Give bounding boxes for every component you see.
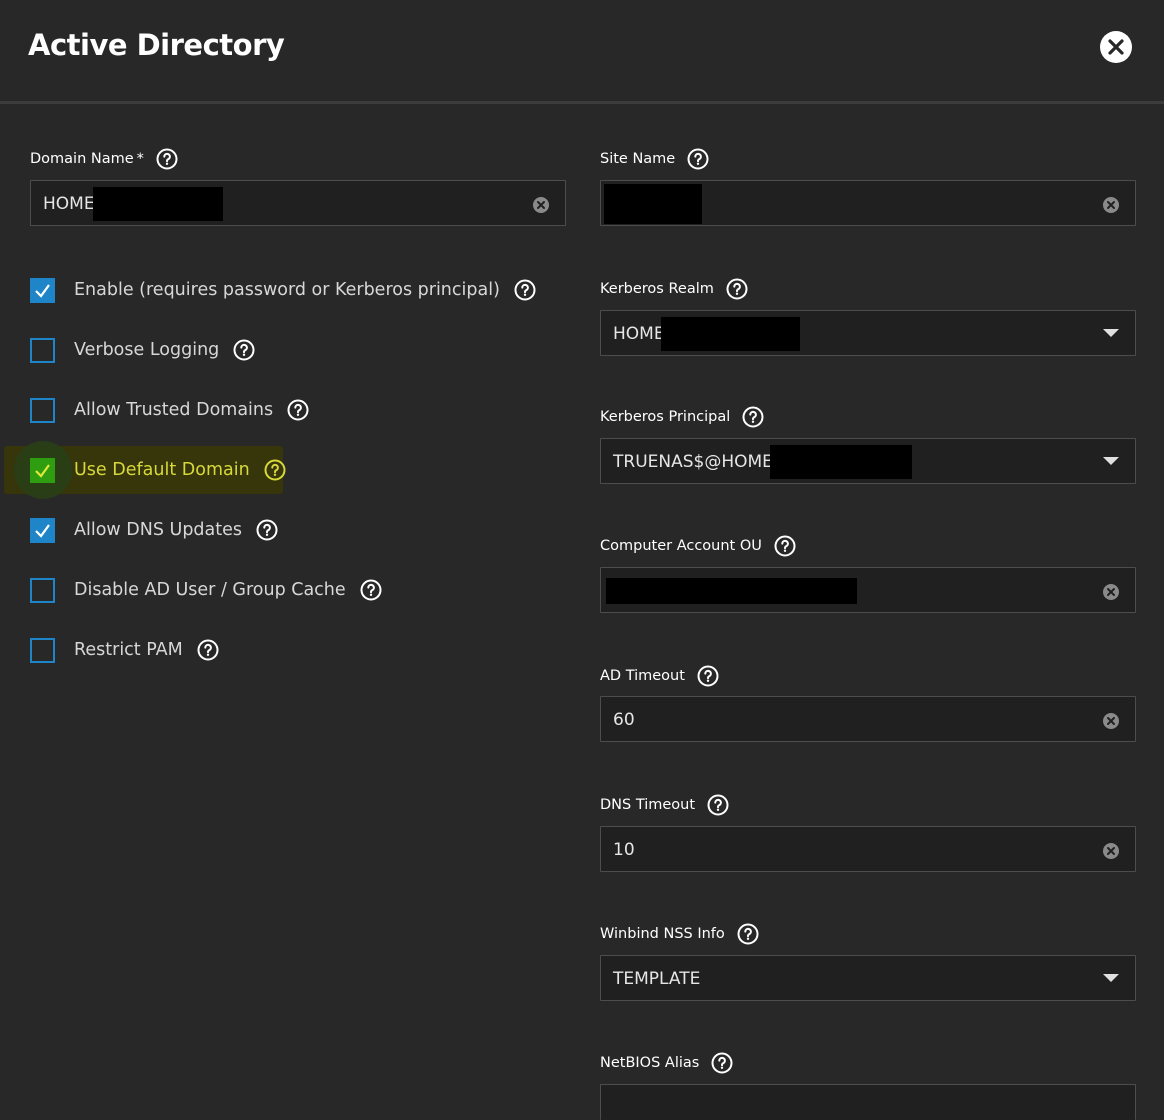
- redaction-block: [93, 187, 223, 221]
- enable-checkbox[interactable]: [30, 277, 55, 303]
- help-icon[interactable]: [514, 279, 536, 301]
- help-icon[interactable]: [737, 923, 759, 945]
- netbios-alias-label-text: NetBIOS Alias: [600, 1055, 700, 1071]
- checkbox-row-restrict-pam[interactable]: Restrict PAM: [30, 636, 219, 664]
- netbios-alias-label: NetBIOS Alias: [600, 1052, 733, 1074]
- checkbox-row-verbose-logging[interactable]: Verbose Logging: [30, 336, 255, 364]
- computer-account-ou-input[interactable]: [600, 567, 1136, 613]
- close-icon: [1108, 39, 1124, 55]
- chevron-down-icon[interactable]: [1103, 974, 1119, 982]
- verbose-logging-checkbox[interactable]: [30, 337, 55, 363]
- checkbox-row-enable[interactable]: Enable (requires password or Kerberos pr…: [30, 276, 536, 304]
- kerberos-principal-select[interactable]: TRUENAS$@HOME: [600, 438, 1136, 484]
- help-icon[interactable]: [697, 665, 719, 687]
- kerberos-principal-value: TRUENAS$@HOME: [613, 452, 773, 472]
- allow-trusted-domains-label: Allow Trusted Domains: [74, 400, 274, 420]
- dns-timeout-input[interactable]: 10: [600, 826, 1136, 872]
- use-default-domain-label: Use Default Domain: [74, 460, 250, 480]
- winbind-nss-info-label-text: Winbind NSS Info: [600, 926, 725, 942]
- help-icon[interactable]: [774, 535, 796, 557]
- help-icon[interactable]: [742, 406, 764, 428]
- site-name-label-text: Site Name: [600, 151, 676, 167]
- redaction-block: [604, 184, 702, 224]
- redaction-block: [606, 578, 857, 604]
- help-icon[interactable]: [287, 399, 309, 421]
- ad-timeout-label: AD Timeout: [600, 665, 719, 687]
- redaction-block: [661, 317, 800, 351]
- site-name-input[interactable]: [600, 180, 1136, 226]
- site-name-label: Site Name: [600, 148, 709, 170]
- ad-timeout-label-text: AD Timeout: [600, 668, 685, 684]
- ad-timeout-input[interactable]: 60: [600, 696, 1136, 742]
- dialog-header: Active Directory: [0, 0, 1164, 102]
- dialog-title: Active Directory: [28, 28, 285, 62]
- disable-ad-cache-label: Disable AD User / Group Cache: [74, 580, 346, 600]
- checkbox-row-allow-dns-updates[interactable]: Allow DNS Updates: [30, 516, 278, 544]
- help-icon[interactable]: [264, 459, 286, 481]
- winbind-nss-info-label: Winbind NSS Info: [600, 923, 759, 945]
- domain-name-label: Domain Name *: [30, 148, 178, 170]
- dns-timeout-value: 10: [613, 840, 635, 860]
- allow-dns-updates-label: Allow DNS Updates: [74, 520, 243, 540]
- required-mark: *: [136, 151, 144, 167]
- ad-timeout-value: 60: [613, 710, 635, 730]
- help-icon[interactable]: [156, 148, 178, 170]
- disable-ad-cache-checkbox[interactable]: [30, 577, 55, 603]
- clear-icon[interactable]: [1102, 712, 1120, 730]
- netbios-alias-input[interactable]: [600, 1084, 1136, 1120]
- kerberos-realm-label-text: Kerberos Realm: [600, 281, 714, 297]
- domain-name-input[interactable]: HOME: [30, 180, 566, 226]
- clear-icon[interactable]: [532, 196, 550, 214]
- computer-account-ou-label-text: Computer Account OU: [600, 538, 762, 554]
- allow-trusted-domains-checkbox[interactable]: [30, 397, 55, 423]
- checkbox-row-allow-trusted-domains[interactable]: Allow Trusted Domains: [30, 396, 309, 424]
- clear-icon[interactable]: [1102, 583, 1120, 601]
- clear-icon[interactable]: [1102, 196, 1120, 214]
- help-icon[interactable]: [360, 579, 382, 601]
- help-icon[interactable]: [707, 794, 729, 816]
- help-icon[interactable]: [233, 339, 255, 361]
- help-icon[interactable]: [256, 519, 278, 541]
- help-icon[interactable]: [711, 1052, 733, 1074]
- domain-name-value: HOME: [43, 194, 95, 214]
- checkbox-row-use-default-domain[interactable]: Use Default Domain: [30, 456, 286, 484]
- redaction-block: [770, 445, 912, 479]
- kerberos-realm-label: Kerberos Realm: [600, 278, 748, 300]
- dns-timeout-label: DNS Timeout: [600, 794, 729, 816]
- enable-label: Enable (requires password or Kerberos pr…: [74, 280, 500, 300]
- clear-icon[interactable]: [1102, 842, 1120, 860]
- kerberos-realm-value: HOME: [613, 324, 665, 344]
- help-icon[interactable]: [726, 278, 748, 300]
- computer-account-ou-label: Computer Account OU: [600, 535, 796, 557]
- dns-timeout-label-text: DNS Timeout: [600, 797, 696, 813]
- kerberos-principal-label-text: Kerberos Principal: [600, 409, 731, 425]
- domain-name-label-text: Domain Name: [30, 151, 134, 167]
- chevron-down-icon[interactable]: [1103, 457, 1119, 465]
- kerberos-realm-select[interactable]: HOME: [600, 310, 1136, 356]
- close-button[interactable]: [1100, 31, 1132, 63]
- winbind-nss-info-select[interactable]: TEMPLATE: [600, 955, 1136, 1001]
- help-icon[interactable]: [197, 639, 219, 661]
- restrict-pam-checkbox[interactable]: [30, 637, 55, 663]
- chevron-down-icon[interactable]: [1103, 329, 1119, 337]
- use-default-domain-checkbox[interactable]: [30, 457, 55, 483]
- help-icon[interactable]: [687, 148, 709, 170]
- header-divider: [0, 101, 1164, 104]
- verbose-logging-label: Verbose Logging: [74, 340, 220, 360]
- checkbox-row-disable-ad-cache[interactable]: Disable AD User / Group Cache: [30, 576, 382, 604]
- winbind-nss-info-value: TEMPLATE: [613, 969, 701, 989]
- allow-dns-updates-checkbox[interactable]: [30, 517, 55, 543]
- restrict-pam-label: Restrict PAM: [74, 640, 183, 660]
- kerberos-principal-label: Kerberos Principal: [600, 406, 764, 428]
